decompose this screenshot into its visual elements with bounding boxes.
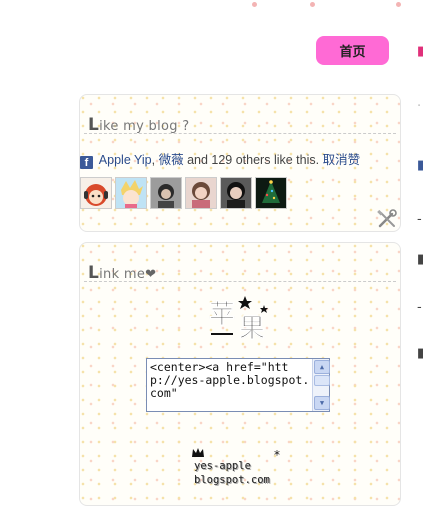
tools-icon[interactable] [376,209,398,229]
facebook-like-line: f Apple Yip, 微薇 and 129 others like this… [80,149,360,169]
facebook-icon: f [80,156,93,169]
friend-link-apple-yip[interactable]: Apple Yip [99,153,152,167]
avatar[interactable] [220,177,252,209]
svg-text:果: 果 [239,314,265,344]
blog-logo-line1: yes-apple [194,460,251,472]
scroll-up-arrow-icon[interactable]: ▲ [314,360,330,374]
like-widget-title: Like my blog ? [88,115,190,135]
like-my-blog-widget: Like my blog ? f Apple Yip, 微薇 and 129 o… [79,94,401,232]
avatar[interactable] [185,177,217,209]
avatar[interactable] [255,177,287,209]
home-button[interactable]: 首页 [316,36,389,65]
friend-avatars [80,177,287,209]
apple-logo-image: 苹 果 [209,296,268,344]
avatar[interactable] [150,177,182,209]
svg-text:苹: 苹 [209,300,235,330]
link-widget-title: Link me❤ [88,263,157,283]
blog-logo-image: * yes-apple blogspot.com [188,443,288,495]
divider [84,281,396,282]
svg-text:*: * [274,448,280,462]
link-code-textarea[interactable]: <center><a href="http://yes-apple.blogsp… [146,358,330,412]
scroll-down-arrow-icon[interactable]: ▼ [314,396,330,410]
link-me-widget: Link me❤ 苹 果 <center><a href="http://yes… [79,242,401,506]
textarea-scrollbar[interactable]: ▲ ▼ [312,359,330,411]
divider [84,133,396,134]
top-decoration [0,0,423,10]
scroll-thumb[interactable] [314,375,330,386]
friend-link-2[interactable]: 微薇 [159,153,184,167]
unlike-link[interactable]: 取消赞 [323,153,361,167]
blog-logo-line2: blogspot.com [194,474,270,486]
avatar[interactable] [80,177,112,209]
avatar[interactable] [115,177,147,209]
